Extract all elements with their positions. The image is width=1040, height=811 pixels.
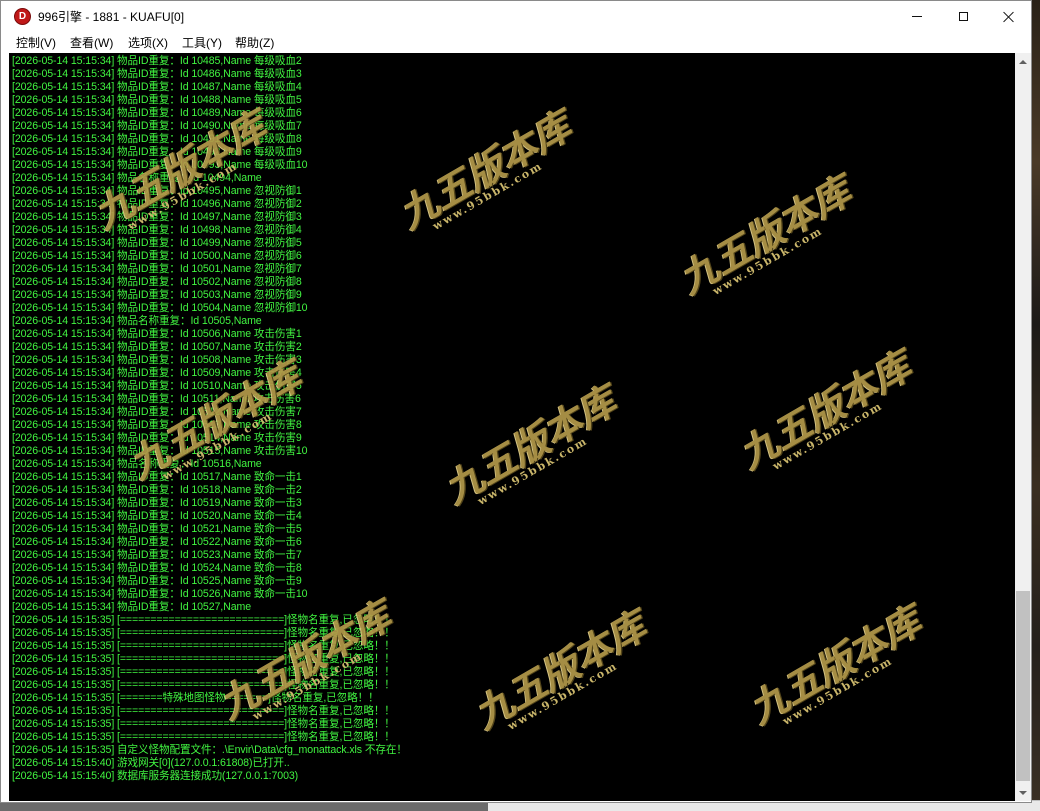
vertical-scrollbar[interactable] bbox=[1015, 53, 1031, 801]
log-line: [2026-05-14 15:15:34] 物品ID重复：Id 10525,Na… bbox=[12, 575, 302, 587]
log-line: [2026-05-14 15:15:34] 物品ID重复：Id 10491,Na… bbox=[12, 133, 302, 145]
log-line: [2026-05-14 15:15:35] [=================… bbox=[12, 653, 395, 665]
log-line: [2026-05-14 15:15:35] [=================… bbox=[12, 640, 395, 652]
log-line: [2026-05-14 15:15:34] 物品ID重复：Id 10500,Na… bbox=[12, 250, 302, 262]
log-line: [2026-05-14 15:15:34] 物品ID重复：Id 10518,Na… bbox=[12, 484, 302, 496]
log-line: [2026-05-14 15:15:35] 自定义怪物配置文件：.\Envir\… bbox=[12, 744, 407, 756]
log-line: [2026-05-14 15:15:34] 物品ID重复：Id 10493,Na… bbox=[12, 159, 308, 171]
log-line: [2026-05-14 15:15:35] [=================… bbox=[12, 679, 395, 691]
log-lines: [2026-05-14 15:15:34] 物品ID重复：Id 10485,Na… bbox=[12, 55, 1012, 783]
log-line: [2026-05-14 15:15:34] 物品ID重复：Id 10520,Na… bbox=[12, 510, 302, 522]
log-line: [2026-05-14 15:15:34] 物品ID重复：Id 10527,Na… bbox=[12, 601, 252, 613]
close-icon bbox=[1003, 11, 1015, 23]
log-line: [2026-05-14 15:15:34] 物品ID重复：Id 10487,Na… bbox=[12, 81, 302, 93]
log-line: [2026-05-14 15:15:34] 物品ID重复：Id 10526,Na… bbox=[12, 588, 308, 600]
log-line: [2026-05-14 15:15:35] [=================… bbox=[12, 731, 395, 743]
log-line: [2026-05-14 15:15:34] 物品ID重复：Id 10510,Na… bbox=[12, 380, 302, 392]
scroll-thumb[interactable] bbox=[1016, 591, 1030, 781]
log-line: [2026-05-14 15:15:40] 游戏网关[0](127.0.0.1:… bbox=[12, 757, 290, 769]
log-line: [2026-05-14 15:15:35] [=======特殊地图怪物====… bbox=[12, 692, 379, 704]
log-line: [2026-05-14 15:15:34] 物品ID重复：Id 10495,Na… bbox=[12, 185, 302, 197]
log-line: [2026-05-14 15:15:34] 物品ID重复：Id 10512,Na… bbox=[12, 406, 302, 418]
maximize-button[interactable] bbox=[940, 1, 986, 32]
log-line: [2026-05-14 15:15:35] [=================… bbox=[12, 705, 395, 717]
desktop-background-strip bbox=[1032, 0, 1040, 810]
log-line: [2026-05-14 15:15:35] [=================… bbox=[12, 627, 395, 639]
title-bar[interactable]: D 996引擎 - 1881 - KUAFU[0] bbox=[1, 1, 1031, 32]
log-line: [2026-05-14 15:15:34] 物品ID重复：Id 10522,Na… bbox=[12, 536, 302, 548]
log-line: [2026-05-14 15:15:34] 物品ID重复：Id 10509,Na… bbox=[12, 367, 302, 379]
log-line: [2026-05-14 15:15:34] 物品ID重复：Id 10507,Na… bbox=[12, 341, 302, 353]
log-line: [2026-05-14 15:15:34] 物品名称重复：Id 10516,Na… bbox=[12, 458, 262, 470]
log-line: [2026-05-14 15:15:34] 物品ID重复：Id 10508,Na… bbox=[12, 354, 302, 366]
log-line: [2026-05-14 15:15:34] 物品ID重复：Id 10490,Na… bbox=[12, 120, 302, 132]
window-title: 996引擎 - 1881 - KUAFU[0] bbox=[38, 10, 185, 24]
menu-options[interactable]: 选项(X) bbox=[126, 34, 170, 51]
log-line: [2026-05-14 15:15:34] 物品ID重复：Id 10486,Na… bbox=[12, 68, 302, 80]
log-line: [2026-05-14 15:15:35] [=================… bbox=[12, 718, 395, 730]
log-line: [2026-05-14 15:15:34] 物品ID重复：Id 10485,Na… bbox=[12, 55, 302, 67]
log-line: [2026-05-14 15:15:34] 物品名称重复：Id 10505,Na… bbox=[12, 315, 262, 327]
menu-tools[interactable]: 工具(Y) bbox=[180, 34, 224, 51]
log-line: [2026-05-14 15:15:34] 物品ID重复：Id 10489,Na… bbox=[12, 107, 302, 119]
log-console[interactable]: [2026-05-14 15:15:34] 物品ID重复：Id 10485,Na… bbox=[9, 53, 1015, 801]
close-button[interactable] bbox=[986, 1, 1032, 32]
app-window: D 996引擎 - 1881 - KUAFU[0] 控制(V) 查看(W) 选项… bbox=[0, 0, 1032, 803]
menu-help[interactable]: 帮助(Z) bbox=[233, 34, 276, 51]
chevron-up-icon bbox=[1019, 59, 1027, 64]
menu-control[interactable]: 控制(V) bbox=[14, 34, 58, 51]
log-line: [2026-05-14 15:15:34] 物品ID重复：Id 10519,Na… bbox=[12, 497, 302, 509]
log-line: [2026-05-14 15:15:35] [=================… bbox=[12, 666, 395, 678]
log-line: [2026-05-14 15:15:34] 物品ID重复：Id 10497,Na… bbox=[12, 211, 302, 223]
maximize-icon bbox=[958, 12, 968, 21]
log-line: [2026-05-14 15:15:34] 物品ID重复：Id 10524,Na… bbox=[12, 562, 302, 574]
log-line: [2026-05-14 15:15:34] 物品ID重复：Id 10511,Na… bbox=[12, 393, 301, 405]
log-line: [2026-05-14 15:15:34] 物品ID重复：Id 10488,Na… bbox=[12, 94, 302, 106]
log-line: [2026-05-14 15:15:34] 物品ID重复：Id 10499,Na… bbox=[12, 237, 302, 249]
log-line: [2026-05-14 15:15:35] [=================… bbox=[12, 614, 395, 626]
app-logo-icon[interactable]: D bbox=[14, 8, 31, 25]
log-line: [2026-05-14 15:15:34] 物品ID重复：Id 10521,Na… bbox=[12, 523, 302, 535]
log-line: [2026-05-14 15:15:34] 物品ID重复：Id 10513,Na… bbox=[12, 419, 302, 431]
log-line: [2026-05-14 15:15:34] 物品ID重复：Id 10523,Na… bbox=[12, 549, 302, 561]
scroll-down-button[interactable] bbox=[1015, 784, 1031, 801]
log-line: [2026-05-14 15:15:34] 物品ID重复：Id 10515,Na… bbox=[12, 445, 308, 457]
log-line: [2026-05-14 15:15:34] 物品ID重复：Id 10496,Na… bbox=[12, 198, 302, 210]
log-line: [2026-05-14 15:15:34] 物品ID重复：Id 10501,Na… bbox=[12, 263, 302, 275]
log-line: [2026-05-14 15:15:40] 数据库服务器连接成功(127.0.0… bbox=[12, 770, 299, 782]
menu-bar: 控制(V) 查看(W) 选项(X) 工具(Y) 帮助(Z) bbox=[1, 32, 1031, 52]
log-line: [2026-05-14 15:15:34] 物品ID重复：Id 10517,Na… bbox=[12, 471, 302, 483]
log-line: [2026-05-14 15:15:34] 物品ID重复：Id 10498,Na… bbox=[12, 224, 302, 236]
log-line: [2026-05-14 15:15:34] 物品名称重复：Id 10494,Na… bbox=[12, 172, 262, 184]
log-line: [2026-05-14 15:15:34] 物品ID重复：Id 10514,Na… bbox=[12, 432, 302, 444]
minimize-icon bbox=[912, 16, 922, 17]
minimize-button[interactable] bbox=[894, 1, 940, 32]
log-line: [2026-05-14 15:15:34] 物品ID重复：Id 10503,Na… bbox=[12, 289, 302, 301]
menu-view[interactable]: 查看(W) bbox=[68, 34, 115, 51]
log-line: [2026-05-14 15:15:34] 物品ID重复：Id 10504,Na… bbox=[12, 302, 308, 314]
scroll-up-button[interactable] bbox=[1015, 53, 1031, 70]
log-line: [2026-05-14 15:15:34] 物品ID重复：Id 10506,Na… bbox=[12, 328, 302, 340]
chevron-down-icon bbox=[1019, 790, 1027, 795]
log-line: [2026-05-14 15:15:34] 物品ID重复：Id 10492,Na… bbox=[12, 146, 302, 158]
log-line: [2026-05-14 15:15:34] 物品ID重复：Id 10502,Na… bbox=[12, 276, 302, 288]
